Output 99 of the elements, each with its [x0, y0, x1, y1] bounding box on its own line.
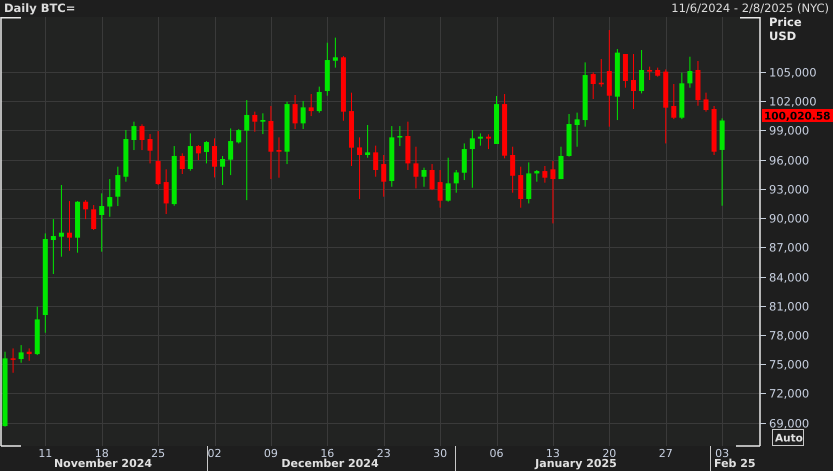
candlestick — [276, 136, 282, 178]
date-tick-label: 11 — [38, 447, 52, 460]
candlestick — [50, 218, 56, 275]
candlestick — [228, 128, 234, 176]
date-tick-label: 13 — [546, 447, 560, 460]
month-label: Feb 25 — [714, 457, 756, 470]
candlestick — [422, 167, 427, 188]
candlestick — [83, 200, 88, 220]
candlestick — [244, 100, 250, 201]
candlestick — [66, 200, 72, 252]
candlestick — [164, 168, 169, 215]
candlestick — [413, 146, 418, 189]
candlestick — [204, 140, 209, 164]
candlestick — [26, 348, 32, 362]
price-tick-label: 84,000 — [769, 270, 810, 284]
candlestick — [252, 111, 258, 132]
candlestick — [510, 146, 516, 194]
date-range: 11/6/2024 - 2/8/2025 (NYC) — [671, 0, 829, 17]
price-tick-label: 99,000 — [769, 124, 810, 138]
candlestick — [308, 94, 314, 117]
candlestick — [99, 192, 104, 252]
price-tick-label: 90,000 — [769, 212, 810, 226]
price-tick-label: 105,000 — [769, 66, 817, 80]
candlestick — [470, 130, 475, 188]
candlestick — [574, 112, 580, 148]
date-tick-label: 23 — [376, 447, 391, 460]
month-label: January 2025 — [535, 457, 617, 470]
chart-title: Daily BTC= — [4, 0, 76, 17]
candlestick — [598, 58, 604, 88]
candlestick — [462, 142, 467, 181]
price-tick-label: 102,000 — [769, 94, 817, 108]
candlestick — [373, 145, 378, 178]
candlestick — [357, 136, 362, 200]
candlestick — [550, 160, 556, 224]
candlestick — [558, 146, 564, 180]
candlestick — [156, 130, 161, 186]
date-tick-label: 02 — [208, 447, 222, 460]
candlestick — [671, 84, 676, 120]
candlestick — [292, 94, 298, 130]
date-tick-label: 16 — [320, 447, 334, 460]
candlestick — [91, 204, 96, 230]
candlestick — [316, 86, 322, 114]
candlestick — [647, 66, 652, 81]
candlestick — [518, 166, 524, 208]
candlestick — [454, 170, 459, 194]
last-price-tag: 100,020.58 — [762, 109, 833, 122]
date-tick-label: 20 — [602, 447, 616, 460]
candlestick — [236, 128, 242, 144]
price-tick-label: 93,000 — [769, 182, 810, 196]
candlestick — [180, 152, 185, 174]
price-tick-label: 87,000 — [769, 240, 810, 254]
date-tick-label: 27 — [658, 447, 673, 460]
candlestick — [58, 184, 64, 258]
candlestick — [260, 112, 266, 135]
candlestick — [220, 155, 226, 186]
candlestick — [534, 170, 540, 182]
currency-label: USD — [769, 29, 796, 43]
candlestick — [148, 134, 153, 164]
candlestick — [131, 121, 136, 151]
date-tick-label: 30 — [433, 447, 448, 460]
candlestick — [365, 124, 370, 158]
candlestick — [397, 126, 402, 147]
month-label: December 2024 — [281, 457, 379, 470]
date-tick-label: 18 — [94, 447, 109, 460]
candlestick — [655, 67, 660, 78]
price-tick-label: 78,000 — [769, 328, 810, 342]
candlestick — [687, 56, 692, 88]
candlestick — [478, 132, 483, 146]
candlestick — [486, 134, 491, 150]
candlestick — [631, 54, 636, 110]
price-tick-label: 81,000 — [769, 300, 810, 314]
date-tick-label: 03 — [715, 447, 730, 460]
candlestick — [212, 138, 218, 178]
candlestick — [381, 154, 386, 198]
date-tick-label: 25 — [151, 447, 166, 460]
date-tick-label: 09 — [264, 447, 278, 460]
price-tick-label: 69,000 — [769, 416, 810, 430]
candlestick — [300, 100, 306, 130]
candlestick — [704, 92, 709, 112]
price-tick-label: 75,000 — [769, 358, 810, 372]
candlestick — [107, 178, 112, 218]
candlestick — [188, 132, 193, 172]
candlestick — [430, 164, 435, 191]
auto-scale-button[interactable]: Auto — [772, 429, 804, 446]
month-label: November 2024 — [54, 457, 152, 470]
price-axis-title: Price — [769, 17, 802, 29]
candlestick — [438, 170, 443, 208]
candlestick — [639, 50, 644, 94]
candlestick — [590, 72, 596, 100]
candlestick — [10, 348, 16, 374]
date-tick-label: 06 — [490, 447, 504, 460]
price-tick-label: 96,000 — [769, 154, 810, 168]
candlestick — [542, 166, 548, 184]
candlestick — [446, 157, 451, 202]
candlestick — [196, 144, 201, 161]
price-tick-label: 72,000 — [769, 386, 810, 400]
candlestick — [115, 166, 120, 207]
candlestick — [140, 124, 145, 151]
candlestick — [18, 344, 24, 364]
